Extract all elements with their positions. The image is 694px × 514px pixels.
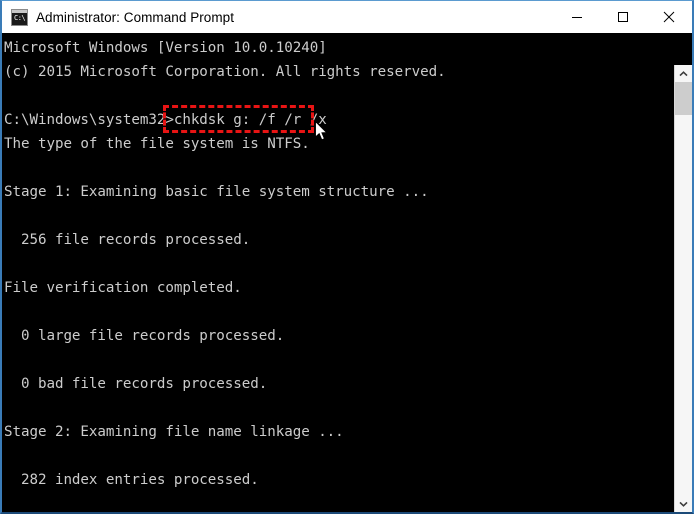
window-controls <box>554 1 692 33</box>
chevron-down-icon <box>679 501 688 507</box>
console-text: Microsoft Windows [Version 10.0.10240] (… <box>4 40 446 488</box>
chevron-up-icon <box>679 70 688 76</box>
console-output-area[interactable]: Microsoft Windows [Version 10.0.10240] (… <box>2 33 692 512</box>
maximize-icon <box>618 12 628 22</box>
command-prompt-icon-glyph: C:\ <box>14 13 26 22</box>
window-title: Administrator: Command Prompt <box>36 9 235 25</box>
minimize-icon <box>572 17 582 18</box>
scrollbar-up-button[interactable] <box>675 65 692 82</box>
command-prompt-icon[interactable]: C:\ <box>11 8 28 26</box>
maximize-button[interactable] <box>600 1 646 33</box>
scrollbar-down-button[interactable] <box>675 495 692 512</box>
close-button[interactable] <box>646 1 692 33</box>
vertical-scrollbar[interactable] <box>674 65 692 512</box>
close-icon <box>663 11 675 23</box>
scrollbar-track[interactable] <box>675 82 692 495</box>
command-prompt-window: C:\ Administrator: Command Prompt Micros… <box>0 0 694 514</box>
minimize-button[interactable] <box>554 1 600 33</box>
title-bar[interactable]: C:\ Administrator: Command Prompt <box>2 1 692 33</box>
scrollbar-thumb[interactable] <box>675 82 692 115</box>
